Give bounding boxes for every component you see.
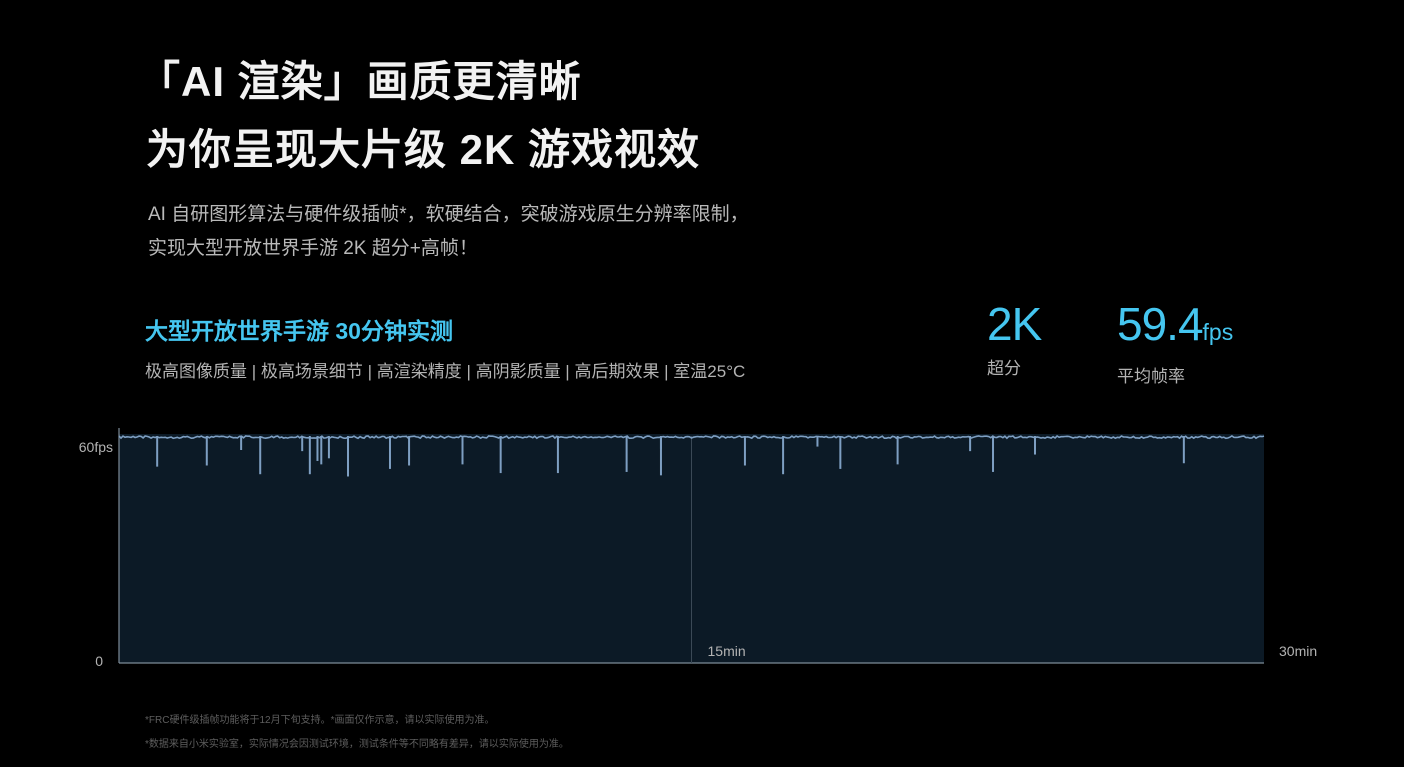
fps-chart: 0 60fps 15min 30min [79,428,1317,669]
y-tick-label-0: 0 [95,653,103,669]
x-tick-label-30min: 30min [1279,643,1317,659]
x-tick-label-15min: 15min [708,643,746,659]
footnote-2: *数据来自小米实验室，实际情况会因测试环境，测试条件等不同略有差异，请以实际使用… [145,739,569,750]
y-tick-label-60: 60fps [79,439,113,455]
footnote-1: *FRC硬件级插帧功能将于12月下旬支持。*画面仅作示意，请以实际使用为准。 [145,715,495,726]
